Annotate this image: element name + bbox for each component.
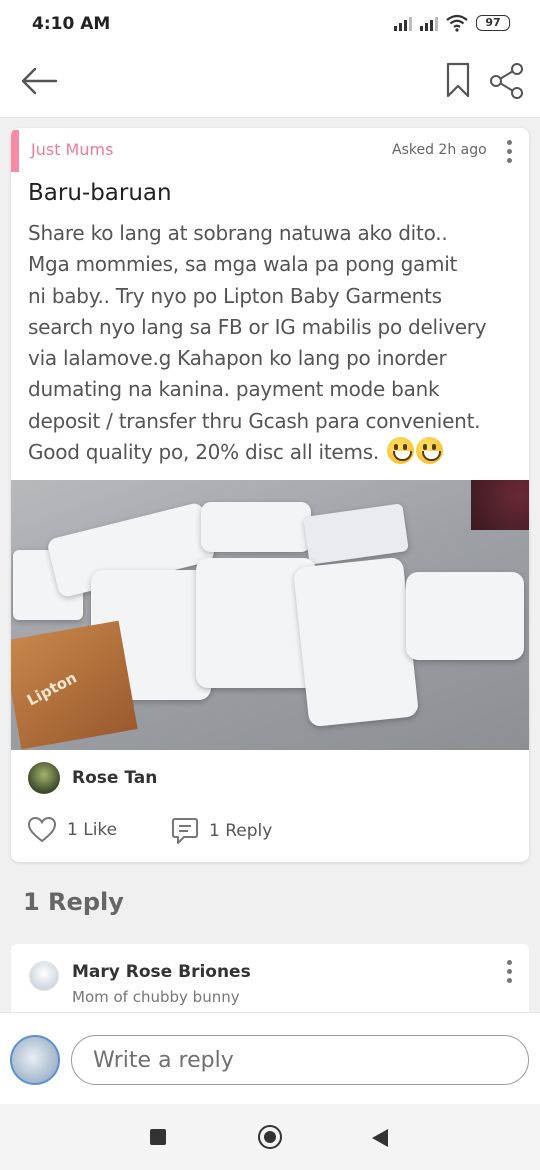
heart-icon	[27, 816, 57, 843]
status-time: 4:10 AM	[32, 14, 111, 34]
back-button[interactable]	[20, 64, 60, 98]
like-button[interactable]: 1 Like	[27, 814, 117, 846]
bookmark-button[interactable]	[444, 60, 472, 100]
post-card: Just Mums Asked 2h ago Baru-baruan Share…	[11, 128, 529, 862]
photo-background-corner	[471, 480, 529, 530]
back-triangle-icon[interactable]	[372, 1129, 388, 1147]
status-icons: 97	[394, 14, 510, 32]
author-name[interactable]: Rose Tan	[72, 768, 157, 788]
reply-author-name[interactable]: Mary Rose Briones	[72, 962, 251, 982]
reply-author-avatar[interactable]	[29, 961, 59, 991]
system-nav-bar	[0, 1104, 540, 1170]
reply-composer	[0, 1012, 540, 1104]
community-accent	[11, 130, 19, 172]
photo-garment	[201, 502, 311, 552]
more-vertical-icon	[501, 138, 517, 163]
comment-icon	[172, 818, 198, 844]
post-body-text: Share ko lang at sobrang natuwa ako dito…	[28, 221, 487, 465]
share-icon	[490, 63, 523, 99]
bookmark-icon	[446, 62, 470, 98]
current-user-avatar	[10, 1035, 60, 1085]
photo-garment	[303, 503, 409, 565]
status-bar: 4:10 AM 97	[0, 0, 540, 48]
replies-heading: 1 Reply	[23, 888, 124, 916]
reply-button[interactable]: 1 Reply	[171, 814, 272, 848]
post-body: Share ko lang at sobrang natuwa ako dito…	[28, 218, 520, 468]
signal-icon	[394, 15, 412, 31]
author-avatar[interactable]	[28, 762, 60, 794]
post-photo[interactable]: Lipton	[11, 480, 529, 750]
post-more-button[interactable]	[501, 138, 517, 164]
grinning-face-emoji	[387, 437, 415, 465]
home-icon[interactable]	[258, 1125, 282, 1149]
signal-icon	[420, 15, 438, 31]
recents-icon[interactable]	[150, 1129, 166, 1145]
back-arrow-icon	[21, 67, 58, 95]
grinning-face-emoji	[416, 437, 444, 465]
battery-icon: 97	[476, 15, 510, 31]
asked-time: Asked 2h ago	[392, 142, 487, 158]
reply-more-button[interactable]	[501, 958, 517, 984]
community-link[interactable]: Just Mums	[31, 140, 113, 159]
photo-garment	[292, 556, 420, 728]
more-vertical-icon	[501, 958, 517, 983]
app-bar	[0, 48, 540, 118]
post-title: Baru-baruan	[28, 180, 172, 206]
share-button[interactable]	[488, 62, 526, 100]
reply-count: 1 Reply	[209, 821, 273, 841]
reply-input[interactable]	[71, 1035, 529, 1085]
wifi-icon	[446, 14, 468, 32]
photo-garment	[406, 572, 524, 660]
reply-author-subtitle: Mom of chubby bunny	[72, 988, 240, 1006]
like-count: 1 Like	[67, 820, 118, 840]
